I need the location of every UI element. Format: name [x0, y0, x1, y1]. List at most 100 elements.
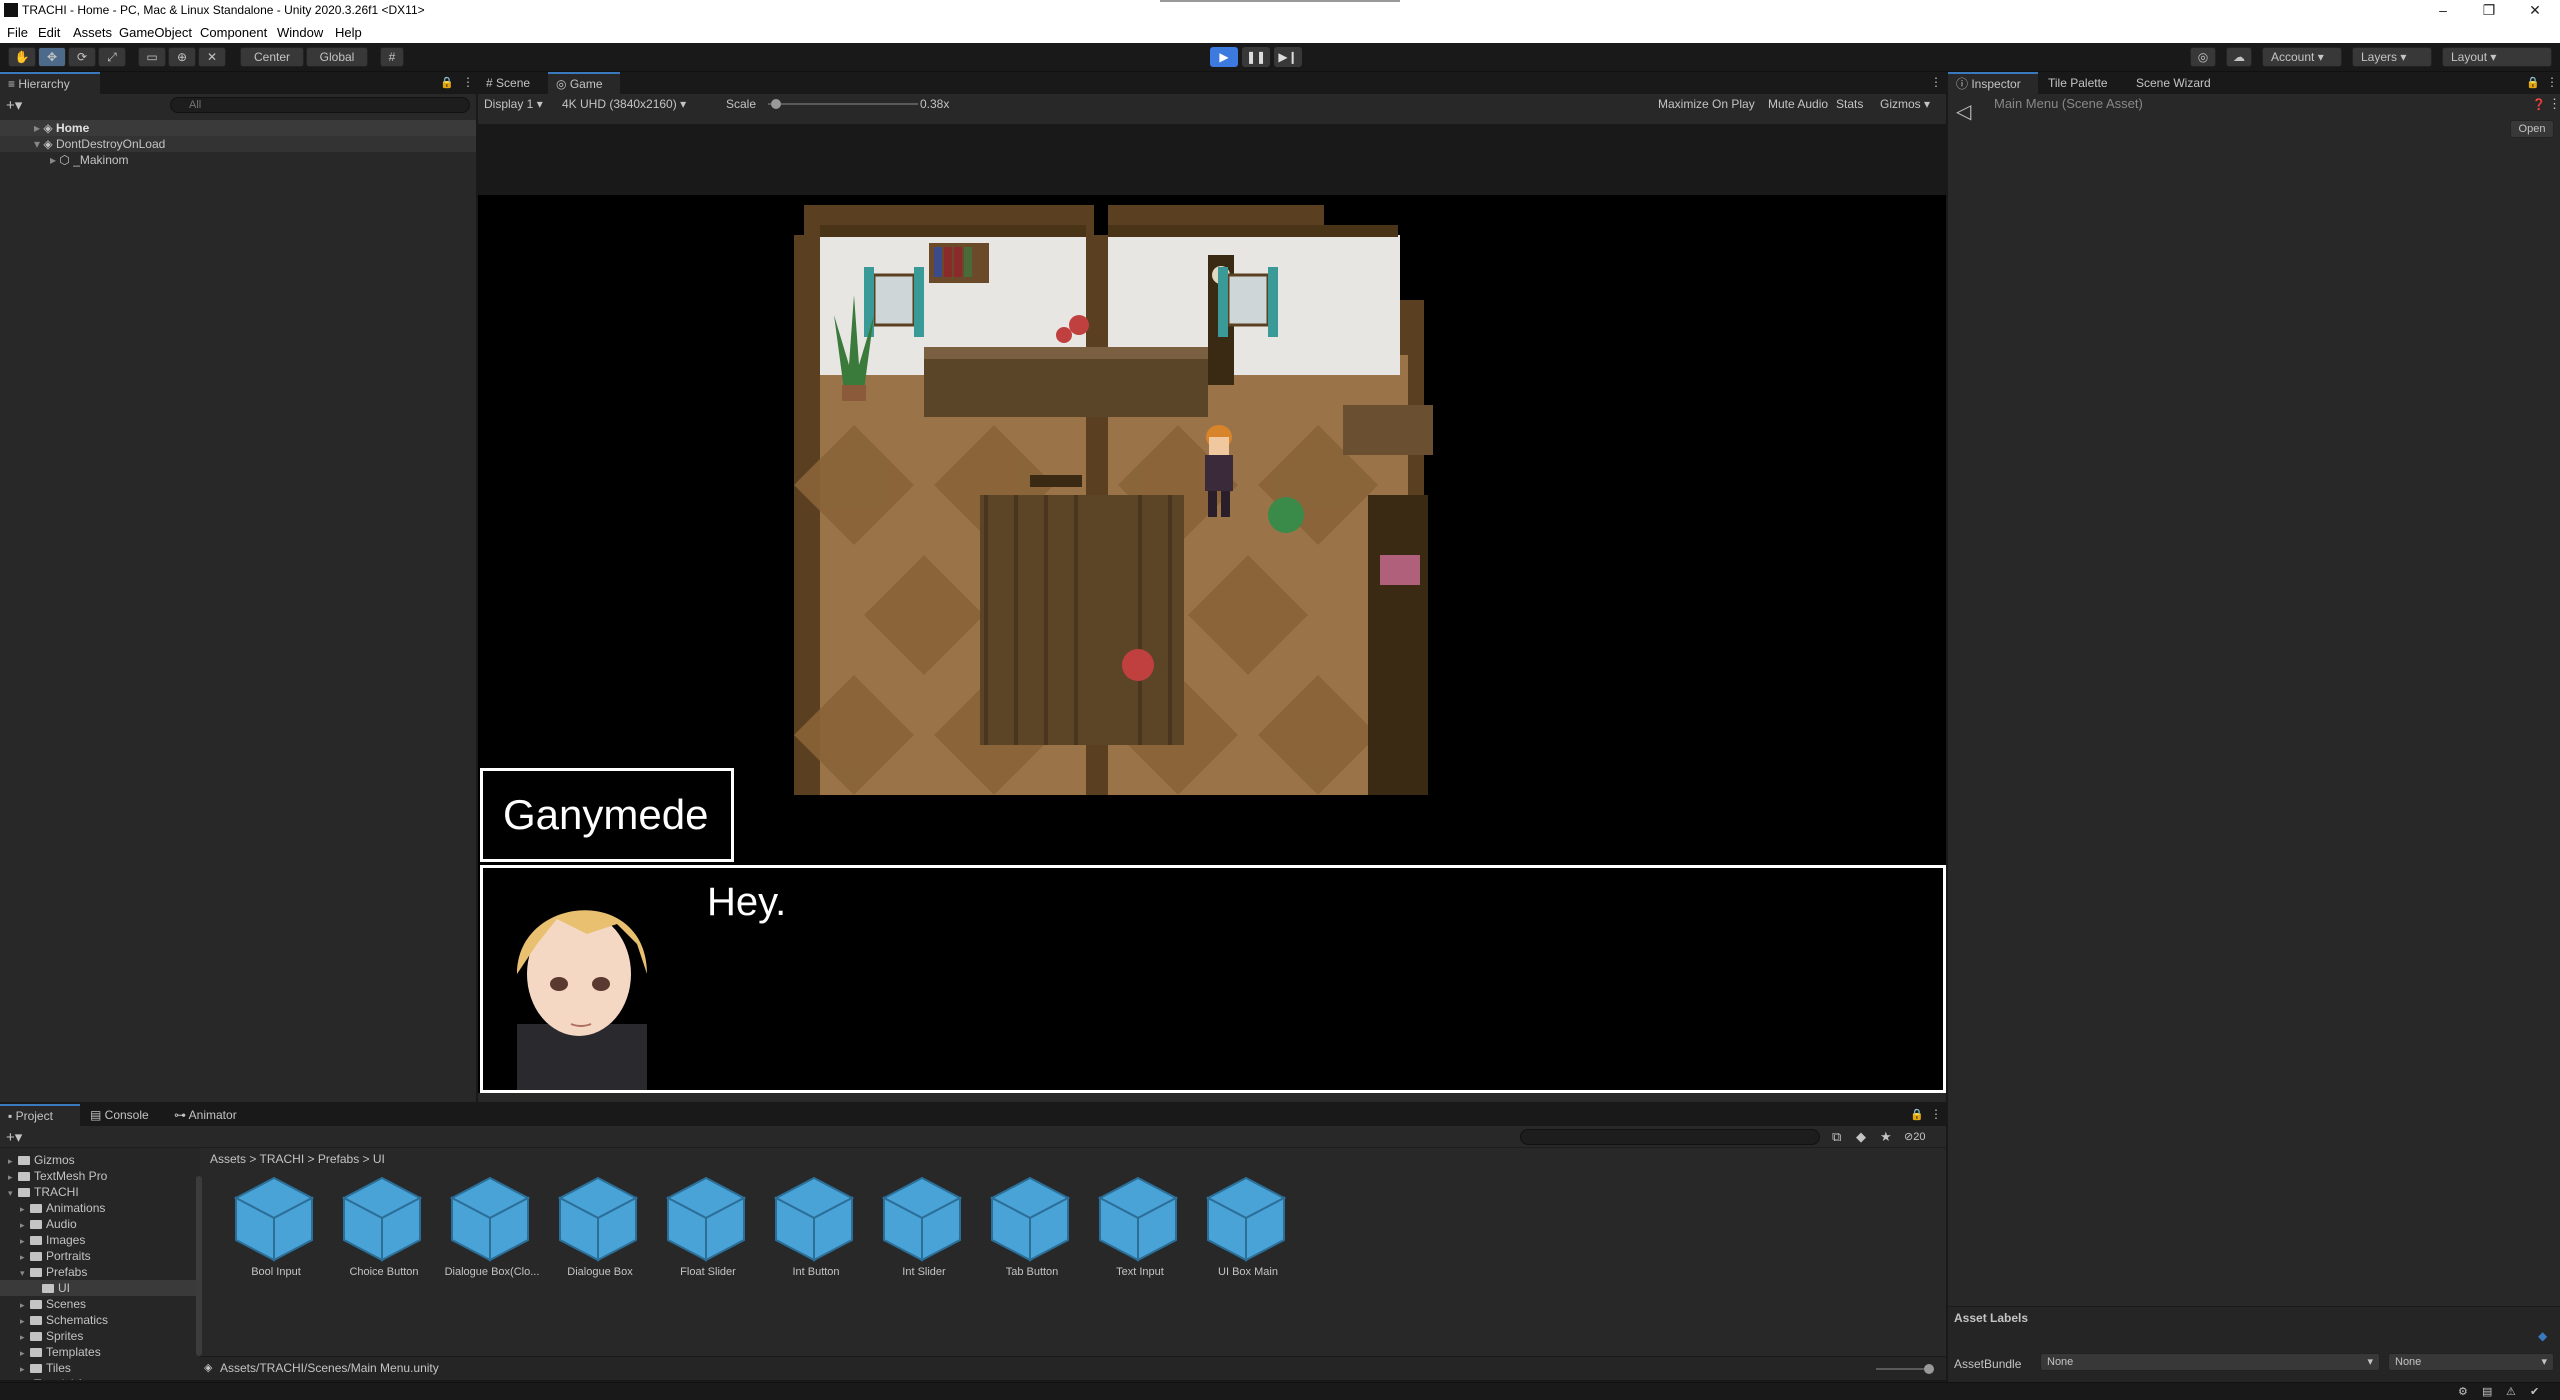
kebab-menu-icon[interactable]: ⋮: [2548, 96, 2560, 112]
debug-icon[interactable]: ⚙: [2458, 1385, 2468, 1398]
project-search-input[interactable]: [1520, 1129, 1820, 1145]
close-button[interactable]: ✕: [2512, 0, 2558, 21]
tab-hierarchy[interactable]: ≡ Hierarchy: [0, 72, 100, 94]
tab-project[interactable]: ▪ Project: [0, 1104, 80, 1126]
folder-tree-item[interactable]: ▸ TextMesh Pro: [0, 1168, 196, 1184]
favorite-star-icon[interactable]: ★: [1880, 1129, 1892, 1145]
tab-console[interactable]: ▤ Console: [82, 1104, 162, 1126]
tab-inspector[interactable]: ⓘ Inspector: [1948, 72, 2038, 94]
label-tag-icon[interactable]: ◆: [2538, 1329, 2547, 1343]
menu-help[interactable]: Help: [335, 25, 362, 40]
tab-scene-wizard[interactable]: Scene Wizard: [2128, 72, 2224, 94]
chevron-right-icon[interactable]: ▸: [20, 1345, 30, 1361]
prefab-asset[interactable]: Text Input: [1086, 1174, 1194, 1284]
tab-scene[interactable]: # Scene: [478, 72, 548, 94]
lock-icon[interactable]: 🔒: [440, 76, 454, 89]
chevron-right-icon[interactable]: ▸: [20, 1249, 30, 1265]
icon-size-thumb[interactable]: [1924, 1364, 1934, 1374]
menu-component[interactable]: Component: [200, 25, 267, 40]
filter-type-icon[interactable]: ⧉: [1832, 1129, 1841, 1145]
folder-tree-item[interactable]: ▸ Gizmos: [0, 1152, 196, 1168]
layout-dropdown[interactable]: Layout ▾: [2442, 47, 2552, 67]
cache-icon[interactable]: ▤: [2482, 1385, 2492, 1398]
tab-game[interactable]: ◎ Game: [548, 72, 620, 94]
folder-tree-item[interactable]: ▸ Portraits: [0, 1248, 196, 1264]
chevron-right-icon[interactable]: ▸: [20, 1217, 30, 1233]
folder-tree-item[interactable]: ▸ Animations: [0, 1200, 196, 1216]
hierarchy-item-home[interactable]: ▸ ◈ Home: [0, 120, 476, 136]
menu-assets[interactable]: Assets: [73, 25, 112, 40]
help-icon[interactable]: ❓: [2532, 98, 2546, 111]
prefab-asset[interactable]: Int Slider: [870, 1174, 978, 1284]
prefab-asset[interactable]: Dialogue Box: [546, 1174, 654, 1284]
menu-edit[interactable]: Edit: [38, 25, 60, 40]
hand-tool-icon[interactable]: ✋: [8, 47, 36, 67]
chevron-right-icon[interactable]: ▸: [20, 1313, 30, 1329]
folder-tree-item[interactable]: ▸ Tutorial Assets: [0, 1376, 196, 1380]
layers-dropdown[interactable]: Layers ▾: [2352, 47, 2432, 67]
hierarchy-item-dontdestroyonload[interactable]: ▾ ◈ DontDestroyOnLoad: [0, 136, 476, 152]
maximize-button[interactable]: ❐: [2466, 0, 2512, 21]
menu-file[interactable]: File: [7, 25, 28, 40]
chevron-right-icon[interactable]: ▸: [8, 1153, 18, 1169]
tree-scrollbar[interactable]: [196, 1176, 202, 1356]
breadcrumb-trachi[interactable]: TRACHI: [259, 1152, 304, 1166]
chevron-right-icon[interactable]: ▸: [8, 1169, 18, 1185]
tab-animator[interactable]: ⊶ Animator: [166, 1104, 258, 1126]
folder-tree-item[interactable]: ▸ Templates: [0, 1344, 196, 1360]
scale-tool-icon[interactable]: ⤢: [98, 47, 126, 67]
minimize-button[interactable]: –: [2420, 0, 2466, 21]
open-button[interactable]: Open: [2510, 120, 2554, 138]
scale-slider-thumb[interactable]: [770, 99, 781, 109]
folder-tree-item[interactable]: ▸ Images: [0, 1232, 196, 1248]
scale-slider-track[interactable]: [768, 103, 918, 105]
chevron-right-icon[interactable]: ▸: [20, 1233, 30, 1249]
play-button[interactable]: ▶: [1210, 47, 1238, 67]
cloud-icon[interactable]: ☁: [2226, 47, 2252, 67]
custom-tool-icon[interactable]: ✕: [198, 47, 226, 67]
warning-icon[interactable]: ⚠: [2506, 1385, 2516, 1398]
hierarchy-item-makinom[interactable]: ▸ ⬡ _Makinom: [0, 152, 476, 168]
asset-bundle-dropdown[interactable]: None ▾: [2040, 1353, 2380, 1371]
game-viewport[interactable]: Ganymede Hey.: [478, 195, 1946, 1093]
rotate-tool-icon[interactable]: ⟳: [68, 47, 96, 67]
hierarchy-search-input[interactable]: [170, 97, 470, 113]
kebab-menu-icon[interactable]: ⋮: [1930, 75, 1942, 89]
add-icon[interactable]: +▾: [6, 1128, 22, 1146]
folder-tree-item[interactable]: ▾ Prefabs: [0, 1264, 196, 1280]
kebab-menu-icon[interactable]: ⋮: [462, 75, 474, 89]
folder-tree-item[interactable]: ▸ Scenes: [0, 1296, 196, 1312]
rect-tool-icon[interactable]: ▭: [138, 47, 166, 67]
filter-label-icon[interactable]: ◆: [1856, 1129, 1866, 1145]
folder-tree-item[interactable]: ▸ Sprites: [0, 1328, 196, 1344]
folder-tree-item[interactable]: ▸ Schematics: [0, 1312, 196, 1328]
collab-icon[interactable]: ◎: [2190, 47, 2216, 67]
lock-icon[interactable]: 🔒: [2526, 76, 2540, 89]
folder-tree-item[interactable]: ▸ Tiles: [0, 1360, 196, 1376]
pivot-center-button[interactable]: Center: [240, 47, 304, 67]
chevron-right-icon[interactable]: ▸: [8, 1377, 18, 1380]
pause-button[interactable]: ❚❚: [1242, 47, 1270, 67]
folder-tree-item[interactable]: ▸ Audio: [0, 1216, 196, 1232]
dialogue-box[interactable]: Hey.: [480, 865, 1946, 1093]
prefab-asset[interactable]: UI Box Main: [1194, 1174, 1302, 1284]
prefab-asset[interactable]: Tab Button: [978, 1174, 1086, 1284]
transform-tool-icon[interactable]: ⊕: [168, 47, 196, 67]
stats-toggle[interactable]: Stats: [1836, 97, 1863, 111]
chevron-right-icon[interactable]: ▸: [20, 1361, 30, 1377]
account-dropdown[interactable]: Account ▾: [2262, 47, 2342, 67]
hidden-packages-icon[interactable]: ⊘20: [1904, 1130, 1925, 1143]
mute-audio-toggle[interactable]: Mute Audio: [1768, 97, 1828, 111]
step-button[interactable]: ▶❙: [1274, 47, 1302, 67]
lock-icon[interactable]: 🔒: [1910, 1108, 1924, 1121]
gizmos-dropdown[interactable]: Gizmos ▾: [1880, 97, 1930, 111]
folder-tree-item[interactable]: UI: [0, 1280, 196, 1296]
move-tool-icon[interactable]: ✥: [38, 47, 66, 67]
grid-snap-icon[interactable]: #: [380, 47, 404, 67]
prefab-asset[interactable]: Bool Input: [222, 1174, 330, 1284]
pivot-global-button[interactable]: Global: [306, 47, 368, 67]
chevron-right-icon[interactable]: ▸: [20, 1329, 30, 1345]
display-dropdown[interactable]: Display 1 ▾: [484, 97, 543, 111]
prefab-asset[interactable]: Int Button: [762, 1174, 870, 1284]
resolution-dropdown[interactable]: 4K UHD (3840x2160) ▾: [562, 97, 686, 111]
